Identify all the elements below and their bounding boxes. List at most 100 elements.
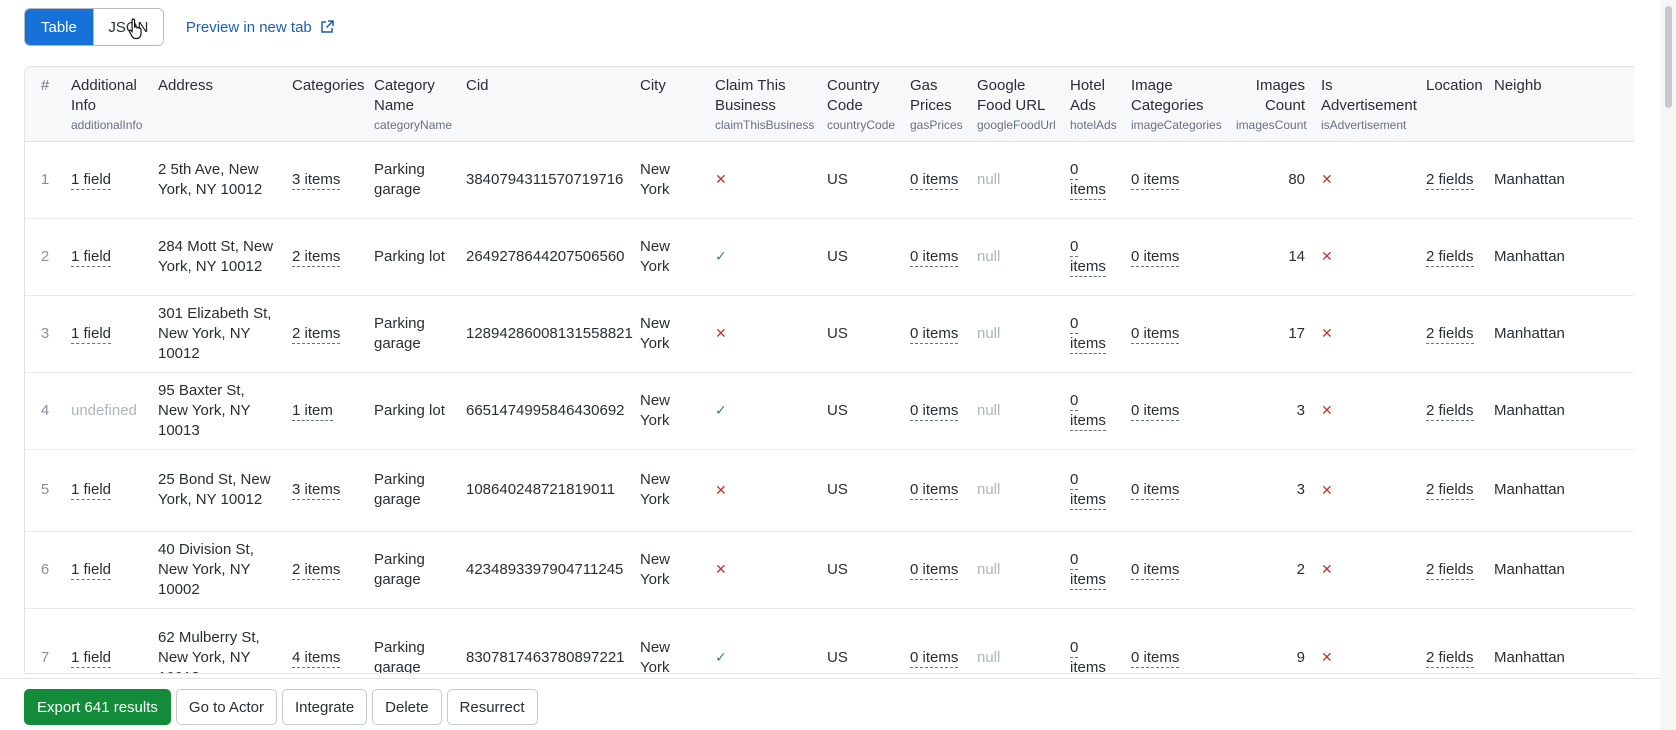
google-food-url-value: null <box>977 247 1001 265</box>
location-cell: 2 fields <box>1418 531 1486 609</box>
image-categories-link[interactable]: 0 items <box>1131 170 1180 190</box>
hotel-ads-link[interactable]: 0 items <box>1070 237 1106 277</box>
gas-prices-cell: 0 items <box>902 295 969 373</box>
categories-link[interactable]: 1 item <box>292 401 333 421</box>
column-header-location[interactable]: Location <box>1418 67 1486 142</box>
address-cell: 95 Baxter St, New York, NY 10013 <box>150 372 284 450</box>
additional-info-link[interactable]: 1 field <box>71 648 112 668</box>
location-link[interactable]: 2 fields <box>1426 648 1474 668</box>
column-header-categories[interactable]: Categories <box>284 67 366 142</box>
country-code-cell: US <box>819 218 902 296</box>
column-header-category-name[interactable]: Category Name categoryName <box>366 67 458 142</box>
column-header-country-code[interactable]: Country Code countryCode <box>819 67 902 142</box>
gas-prices-link[interactable]: 0 items <box>910 401 959 421</box>
image-categories-link[interactable]: 0 items <box>1131 401 1180 421</box>
delete-button[interactable]: Delete <box>372 689 442 725</box>
integrate-button[interactable]: Integrate <box>281 689 368 725</box>
vertical-scrollbar-track[interactable] <box>1660 0 1676 730</box>
neighborhood-cell: Manhattan <box>1486 449 1634 532</box>
cid-cell: 8307817463780897221 <box>458 608 632 673</box>
location-link[interactable]: 2 fields <box>1426 401 1474 421</box>
go-to-actor-button[interactable]: Go to Actor <box>175 689 277 725</box>
city-cell: New York <box>632 218 707 296</box>
categories-link[interactable]: 2 items <box>292 324 341 344</box>
image-categories-link[interactable]: 0 items <box>1131 247 1180 267</box>
vertical-scrollbar-thumb[interactable] <box>1665 6 1672 108</box>
additional-info-link[interactable]: 1 field <box>71 481 112 500</box>
categories-cell: 1 item <box>284 372 366 450</box>
address-cell: 62 Mulberry St, New York, NY 10013 <box>150 608 284 673</box>
column-header-is-advertisement[interactable]: Is Advertisement isAdvertisement <box>1313 67 1418 142</box>
hotel-ads-link[interactable]: 0 items <box>1070 550 1106 590</box>
hotel-ads-link[interactable]: 0 items <box>1070 391 1106 431</box>
column-header-neighborhood[interactable]: Neighb <box>1486 67 1634 142</box>
google-food-url-value: null <box>977 560 1001 578</box>
column-header-cid[interactable]: Cid <box>458 67 632 142</box>
additional-info-link[interactable]: 1 field <box>71 560 112 580</box>
location-link[interactable]: 2 fields <box>1426 324 1474 344</box>
additional-info-link[interactable]: 1 field <box>71 324 112 344</box>
hotel-ads-link[interactable]: 0 items <box>1070 160 1106 200</box>
category-name-cell: Parking lot <box>366 218 458 296</box>
categories-link[interactable]: 3 items <box>292 481 341 500</box>
location-cell: 2 fields <box>1418 608 1486 673</box>
advertisement-cross-icon: ✕ <box>1321 402 1333 418</box>
column-header-hotel-ads[interactable]: Hotel Ads hotelAds <box>1062 67 1123 142</box>
preview-in-new-tab-link[interactable]: Preview in new tab <box>186 19 334 36</box>
image-categories-link[interactable]: 0 items <box>1131 481 1180 500</box>
google-food-url-value: null <box>977 401 1001 419</box>
gas-prices-link[interactable]: 0 items <box>910 481 959 500</box>
mouse-pointer-icon <box>128 18 142 40</box>
location-link[interactable]: 2 fields <box>1426 560 1474 580</box>
column-header-city[interactable]: City <box>632 67 707 142</box>
image-categories-link[interactable]: 0 items <box>1131 324 1180 344</box>
country-code-cell: US <box>819 295 902 373</box>
location-link[interactable]: 2 fields <box>1426 247 1474 267</box>
column-header-address[interactable]: Address <box>150 67 284 142</box>
hotel-ads-cell: 0 items <box>1062 372 1123 450</box>
additional-info-link[interactable]: 1 field <box>71 170 112 190</box>
column-header-gas-prices[interactable]: Gas Prices gasPrices <box>902 67 969 142</box>
image-categories-cell: 0 items <box>1123 141 1228 219</box>
resurrect-button[interactable]: Resurrect <box>446 689 538 725</box>
gas-prices-link[interactable]: 0 items <box>910 247 959 267</box>
images-count-cell: 14 <box>1228 218 1313 296</box>
column-header-image-categories[interactable]: Image Categories imageCategories <box>1123 67 1228 142</box>
column-header-images-count[interactable]: Images Count imagesCount <box>1228 67 1313 142</box>
image-categories-link[interactable]: 0 items <box>1131 648 1180 668</box>
location-link[interactable]: 2 fields <box>1426 170 1474 190</box>
hotel-ads-link[interactable]: 0 items <box>1070 638 1106 673</box>
gas-prices-link[interactable]: 0 items <box>910 560 959 580</box>
neighborhood-cell: Manhattan <box>1486 141 1634 219</box>
gas-prices-link[interactable]: 0 items <box>910 324 959 344</box>
additional-info-link[interactable]: 1 field <box>71 247 112 267</box>
categories-link[interactable]: 4 items <box>292 648 341 668</box>
image-categories-cell: 0 items <box>1123 295 1228 373</box>
hotel-ads-link[interactable]: 0 items <box>1070 471 1106 510</box>
categories-cell: 2 items <box>284 218 366 296</box>
image-categories-link[interactable]: 0 items <box>1131 560 1180 580</box>
google-food-url-cell: null <box>969 218 1062 296</box>
country-code-cell: US <box>819 449 902 532</box>
gas-prices-link[interactable]: 0 items <box>910 648 959 668</box>
address-cell: 40 Division St, New York, NY 10002 <box>150 531 284 609</box>
column-header-google-food-url[interactable]: Google Food URL googleFoodUrl <box>969 67 1062 142</box>
table-row: 6 1 field 40 Division St, New York, NY 1… <box>25 531 1634 609</box>
gas-prices-cell: 0 items <box>902 372 969 450</box>
category-name-cell: Parking garage <box>366 531 458 609</box>
hotel-ads-link[interactable]: 0 items <box>1070 314 1106 354</box>
gas-prices-cell: 0 items <box>902 141 969 219</box>
table-view-button[interactable]: Table <box>25 9 93 45</box>
google-food-url-value: null <box>977 324 1001 342</box>
column-header-index[interactable]: # <box>25 67 63 142</box>
categories-link[interactable]: 2 items <box>292 247 341 267</box>
neighborhood-cell: Manhattan <box>1486 295 1634 373</box>
country-code-cell: US <box>819 141 902 219</box>
categories-link[interactable]: 3 items <box>292 170 341 190</box>
export-results-button[interactable]: Export 641 results <box>24 689 171 725</box>
categories-link[interactable]: 2 items <box>292 560 341 580</box>
column-header-claim-this-business[interactable]: Claim This Business claimThisBusiness <box>707 67 819 142</box>
gas-prices-link[interactable]: 0 items <box>910 170 959 190</box>
location-link[interactable]: 2 fields <box>1426 481 1474 500</box>
column-header-additional-info[interactable]: Additional Info additionalInfo <box>63 67 150 142</box>
